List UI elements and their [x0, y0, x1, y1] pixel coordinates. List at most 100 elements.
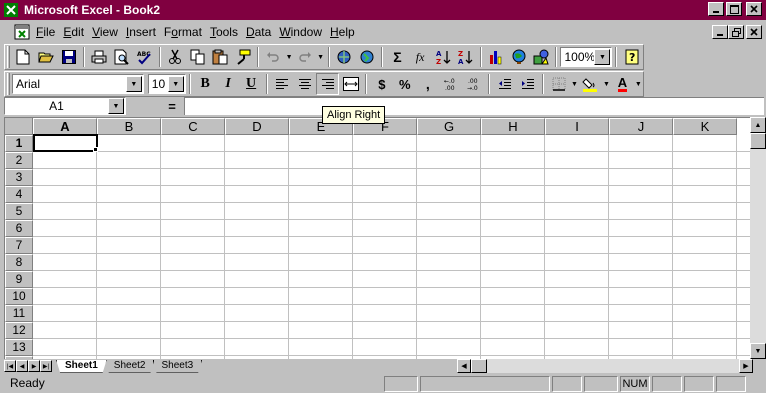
toolbar-grip[interactable]: [7, 73, 10, 95]
doc-minimize-icon[interactable]: [712, 25, 728, 39]
chevron-down-icon[interactable]: ▼: [108, 98, 124, 114]
currency-button[interactable]: $: [370, 73, 393, 95]
menu-tools[interactable]: Tools: [206, 23, 242, 41]
bold-button[interactable]: B: [194, 73, 217, 95]
print-preview-icon[interactable]: [110, 46, 133, 68]
increase-decimal-icon[interactable]: ←.0.00: [439, 73, 462, 95]
undo-dropdown-icon[interactable]: ▼: [285, 46, 294, 68]
align-center-icon[interactable]: [294, 73, 317, 95]
edit-formula-button[interactable]: =: [160, 98, 184, 114]
drawing-icon[interactable]: [530, 46, 553, 68]
maximize-icon[interactable]: [726, 2, 742, 16]
row-header[interactable]: 5: [5, 203, 33, 220]
font-select[interactable]: Arial ▼: [12, 74, 144, 94]
menu-help[interactable]: Help: [326, 23, 359, 41]
row-header[interactable]: 8: [5, 254, 33, 271]
minimize-icon[interactable]: [708, 2, 724, 16]
undo-icon[interactable]: [262, 46, 285, 68]
prev-sheet-icon[interactable]: ◀: [16, 360, 28, 372]
select-all-button[interactable]: [5, 118, 33, 135]
doc-close-icon[interactable]: [746, 25, 762, 39]
row-header[interactable]: 7: [5, 237, 33, 254]
fill-handle[interactable]: [93, 147, 98, 152]
last-sheet-icon[interactable]: ▶|: [40, 360, 52, 372]
toolbar-grip[interactable]: [7, 46, 10, 68]
row-header[interactable]: 13: [5, 339, 33, 356]
save-icon[interactable]: [57, 46, 80, 68]
scroll-up-icon[interactable]: ▲: [750, 117, 766, 133]
chevron-down-icon[interactable]: ▼: [594, 49, 611, 65]
menu-format[interactable]: Format: [160, 23, 206, 41]
scroll-right-icon[interactable]: ▶: [739, 359, 753, 373]
scroll-down-icon[interactable]: ▼: [750, 343, 766, 359]
excel-icon[interactable]: [3, 2, 19, 18]
print-icon[interactable]: [88, 46, 111, 68]
align-right-icon[interactable]: [316, 73, 340, 95]
row-header[interactable]: 9: [5, 271, 33, 288]
help-icon[interactable]: ?: [620, 46, 643, 68]
next-sheet-icon[interactable]: ▶: [28, 360, 40, 372]
percent-button[interactable]: %: [393, 73, 416, 95]
row-header[interactable]: 1: [5, 135, 33, 152]
redo-dropdown-icon[interactable]: ▼: [316, 46, 325, 68]
menu-window[interactable]: Window: [275, 23, 326, 41]
workbook-icon[interactable]: [12, 23, 32, 41]
increase-indent-icon[interactable]: [516, 73, 539, 95]
zoom-select[interactable]: 100% ▼: [560, 47, 613, 67]
menu-file[interactable]: File: [32, 23, 59, 41]
horizontal-scroll-thumb[interactable]: [471, 359, 487, 373]
column-header[interactable]: K: [673, 118, 737, 135]
map-icon[interactable]: [507, 46, 530, 68]
format-painter-icon[interactable]: [231, 46, 254, 68]
underline-button[interactable]: U: [240, 73, 263, 95]
font-color-dropdown-icon[interactable]: ▼: [634, 73, 643, 95]
column-header[interactable]: I: [545, 118, 609, 135]
hyperlink-icon[interactable]: [333, 46, 356, 68]
menu-edit[interactable]: Edit: [59, 23, 88, 41]
sheet-tab-sheet3[interactable]: Sheet3: [152, 359, 203, 373]
sheet-tab-sheet2[interactable]: Sheet2: [104, 359, 155, 373]
column-header[interactable]: C: [161, 118, 225, 135]
menu-insert[interactable]: Insert: [122, 23, 160, 41]
sort-descending-icon[interactable]: ZA: [454, 46, 477, 68]
decrease-decimal-icon[interactable]: .00 →.0: [462, 73, 485, 95]
copy-icon[interactable]: [186, 46, 209, 68]
menu-data[interactable]: Data: [242, 23, 275, 41]
row-header[interactable]: 10: [5, 288, 33, 305]
paste-icon[interactable]: [209, 46, 232, 68]
column-header[interactable]: J: [609, 118, 673, 135]
row-header[interactable]: 6: [5, 220, 33, 237]
row-header[interactable]: 12: [5, 322, 33, 339]
horizontal-scrollbar[interactable]: ◀ ▶: [457, 359, 753, 373]
merge-center-icon[interactable]: [339, 73, 362, 95]
paste-function-icon[interactable]: fx: [409, 46, 432, 68]
column-header[interactable]: D: [225, 118, 289, 135]
menu-view[interactable]: View: [88, 23, 122, 41]
chevron-down-icon[interactable]: ▼: [167, 76, 184, 92]
align-left-icon[interactable]: [271, 73, 294, 95]
column-header[interactable]: A: [33, 118, 97, 135]
open-icon[interactable]: [35, 46, 58, 68]
name-box[interactable]: A1 ▼: [4, 97, 126, 115]
sheet-tab-sheet1[interactable]: Sheet1: [56, 359, 107, 373]
sort-ascending-icon[interactable]: AZ: [431, 46, 454, 68]
fill-color-icon[interactable]: [579, 73, 602, 95]
first-sheet-icon[interactable]: |◀: [4, 360, 16, 372]
worksheet-grid[interactable]: ABCDEFGHIJK 1234567891011121314: [4, 117, 750, 359]
doc-restore-icon[interactable]: [728, 25, 744, 39]
web-toolbar-icon[interactable]: [356, 46, 379, 68]
font-color-icon[interactable]: A: [611, 73, 634, 95]
formula-input[interactable]: [184, 97, 764, 115]
row-header[interactable]: 4: [5, 186, 33, 203]
close-icon[interactable]: [746, 2, 762, 16]
italic-button[interactable]: I: [217, 73, 240, 95]
scroll-left-icon[interactable]: ◀: [457, 359, 471, 373]
column-header[interactable]: H: [481, 118, 545, 135]
row-header[interactable]: 3: [5, 169, 33, 186]
autosum-icon[interactable]: Σ: [386, 46, 409, 68]
column-header[interactable]: G: [417, 118, 481, 135]
vertical-scroll-thumb[interactable]: [750, 133, 766, 149]
row-header[interactable]: 11: [5, 305, 33, 322]
borders-dropdown-icon[interactable]: ▼: [570, 73, 579, 95]
font-size-select[interactable]: 10 ▼: [147, 74, 186, 94]
